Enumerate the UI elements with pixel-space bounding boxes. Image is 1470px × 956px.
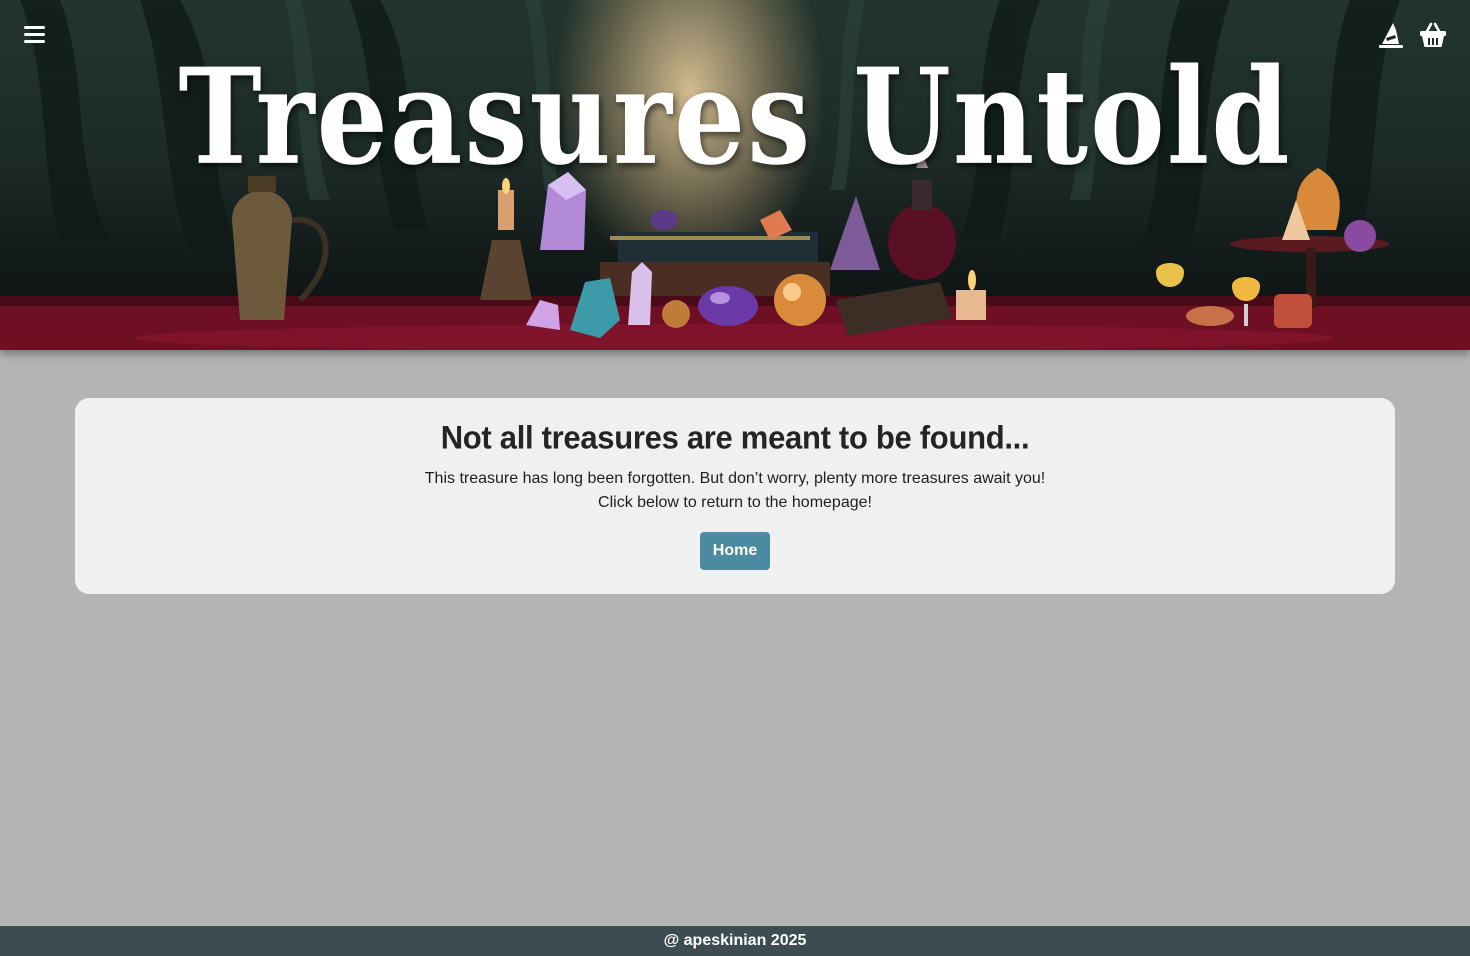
copyright-text: @ apeskinian 2025 bbox=[663, 932, 807, 949]
not-found-message: This treasure has long been forgotten. B… bbox=[424, 470, 1046, 487]
site-header: Treasures Untold bbox=[0, 0, 1470, 350]
return-instruction: Click below to return to the homepage! bbox=[598, 494, 872, 511]
not-found-heading: Not all treasures are meant to be found.… bbox=[440, 419, 1030, 456]
menu-icon[interactable] bbox=[22, 20, 52, 50]
site-title: Treasures Untold bbox=[178, 40, 1292, 195]
witch-hat-icon[interactable] bbox=[1376, 20, 1406, 50]
home-button[interactable]: Home bbox=[700, 532, 770, 570]
site-footer: @ apeskinian 2025 bbox=[0, 926, 1470, 956]
shopping-basket-icon[interactable] bbox=[1418, 20, 1448, 50]
not-found-card: Not all treasures are meant to be found.… bbox=[75, 398, 1395, 594]
